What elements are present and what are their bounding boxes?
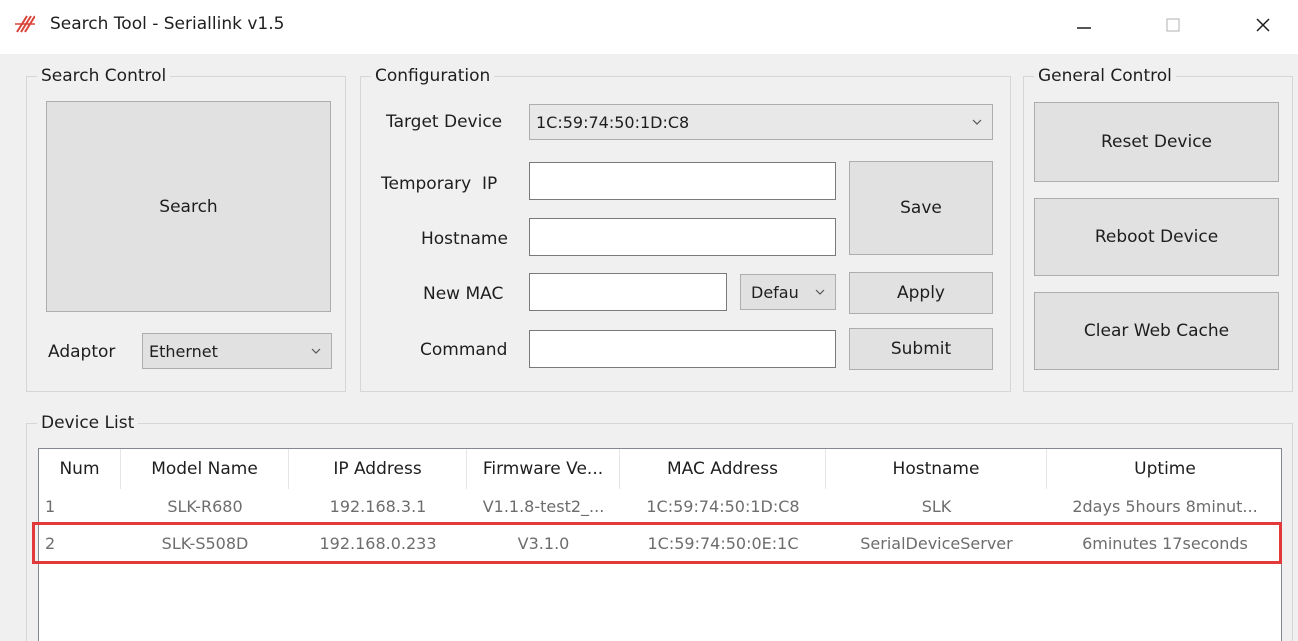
maximize-button[interactable] <box>1153 8 1193 42</box>
target-device-select-value: 1C:59:74:50:1D:C8 <box>536 112 690 132</box>
column-header-mac-address[interactable]: MAC Address <box>620 449 826 489</box>
maximize-icon <box>1166 18 1180 32</box>
close-icon <box>1256 18 1270 32</box>
adaptor-label: Adaptor <box>48 342 116 362</box>
seriallink-logo-icon <box>15 15 35 33</box>
search-button[interactable]: Search <box>46 101 331 312</box>
window-title: Search Tool - Seriallink v1.5 <box>50 14 285 34</box>
column-header-ip-address[interactable]: IP Address <box>289 449 467 489</box>
table-header: Num Model Name IP Address Firmware Ve...… <box>39 449 1281 489</box>
cell-hostname: SLK <box>921 497 952 516</box>
minimize-icon <box>1077 27 1091 29</box>
adaptor-select-value: Ethernet <box>149 341 218 361</box>
target-device-select[interactable]: 1C:59:74:50:1D:C8 <box>529 104 993 140</box>
column-header-num[interactable]: Num <box>39 449 121 489</box>
submit-button[interactable]: Submit <box>849 328 993 370</box>
reboot-device-button[interactable]: Reboot Device <box>1034 198 1279 276</box>
save-button[interactable]: Save <box>849 161 993 255</box>
search-control-legend: Search Control <box>37 64 171 88</box>
column-header-uptime[interactable]: Uptime <box>1047 449 1281 489</box>
temporary-ip-input[interactable] <box>529 162 836 200</box>
device-list-legend: Device List <box>37 411 139 435</box>
minimize-button[interactable] <box>1064 8 1104 42</box>
column-header-firmware-version[interactable]: Firmware Ve... <box>467 449 620 489</box>
cell-num: 1 <box>45 497 56 516</box>
configuration-legend: Configuration <box>371 64 495 88</box>
cell-mac-address: 1C:59:74:50:1D:C8 <box>646 497 800 516</box>
cell-firmware-version: V1.1.8-test2_... <box>482 497 605 516</box>
close-button[interactable] <box>1243 8 1283 42</box>
clear-web-cache-button[interactable]: Clear Web Cache <box>1034 292 1279 370</box>
adaptor-select[interactable]: Ethernet <box>142 333 332 369</box>
reset-device-button[interactable]: Reset Device <box>1034 102 1279 182</box>
cell-model-name: SLK-R680 <box>167 497 243 516</box>
chevron-down-icon <box>311 348 321 354</box>
command-label: Command <box>420 340 508 360</box>
hostname-input[interactable] <box>529 218 836 256</box>
temporary-ip-label: Temporary IP <box>381 174 498 194</box>
new-mac-input[interactable] <box>529 273 727 311</box>
cell-uptime: 2days 5hours 8minut... <box>1072 497 1258 516</box>
chevron-down-icon <box>815 289 825 295</box>
new-mac-label: New MAC <box>423 284 504 304</box>
title-bar: Search Tool - Seriallink v1.5 <box>0 0 1298 54</box>
general-control-legend: General Control <box>1034 64 1176 88</box>
chevron-down-icon <box>972 119 982 125</box>
command-input[interactable] <box>529 330 836 368</box>
target-device-label: Target Device <box>386 112 503 132</box>
table-row[interactable]: 1 SLK-R680 192.168.3.1 V1.1.8-test2_... … <box>39 492 1281 521</box>
apply-button[interactable]: Apply <box>849 272 993 314</box>
mac-mode-select-value: Defau <box>751 282 799 302</box>
mac-mode-select[interactable]: Defau <box>740 274 836 310</box>
cell-ip-address: 192.168.3.1 <box>329 497 427 516</box>
column-header-model-name[interactable]: Model Name <box>121 449 289 489</box>
hostname-label: Hostname <box>421 229 508 249</box>
column-header-hostname[interactable]: Hostname <box>826 449 1047 489</box>
row-highlight-box <box>32 522 1282 564</box>
